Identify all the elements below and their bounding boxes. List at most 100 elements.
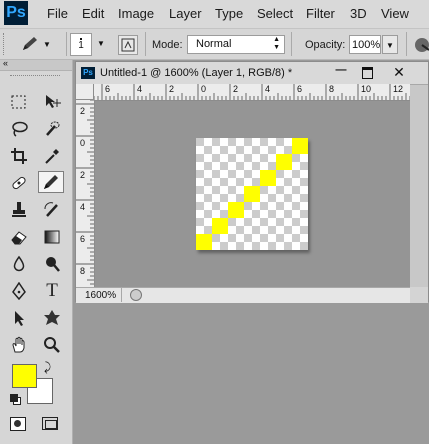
brush-panel-icon xyxy=(121,38,135,52)
screen-mode-icon[interactable] xyxy=(42,417,62,433)
move-tool[interactable] xyxy=(39,91,65,113)
transparent-pixel xyxy=(244,218,260,234)
gradient-icon xyxy=(44,230,60,244)
type-tool[interactable]: T xyxy=(39,280,65,302)
ruler-label: 6 xyxy=(80,234,86,244)
zoom-level-field[interactable]: 1600% xyxy=(76,288,122,302)
maximize-button[interactable] xyxy=(355,64,379,81)
checker-square xyxy=(228,154,236,162)
image-canvas[interactable] xyxy=(196,138,308,250)
transparent-pixel xyxy=(276,138,292,154)
transparent-pixel xyxy=(244,154,260,170)
brush-panel-toggle[interactable] xyxy=(118,35,138,55)
swap-colors-icon[interactable]: ⤸ xyxy=(44,360,51,375)
transparent-pixel xyxy=(292,218,308,234)
gradient-tool[interactable] xyxy=(39,226,65,248)
collapse-icon[interactable]: « xyxy=(3,58,8,68)
crop-tool[interactable] xyxy=(6,145,32,167)
checker-square xyxy=(236,162,244,170)
opacity-dropdown[interactable]: ▼ xyxy=(382,35,398,54)
chevron-down-icon[interactable]: ▼ xyxy=(97,39,105,48)
blur-icon xyxy=(13,255,25,272)
transparent-pixel xyxy=(260,154,276,170)
transparent-pixel xyxy=(260,186,276,202)
checker-square xyxy=(300,178,308,186)
canvas-area[interactable] xyxy=(95,101,410,288)
opacity-input[interactable]: 100% xyxy=(349,35,381,54)
checker-square xyxy=(228,170,236,178)
document-title-bar[interactable]: Ps Untitled-1 @ 1600% (Layer 1, RGB/8) *… xyxy=(76,62,428,85)
vertical-ruler-ticks xyxy=(76,100,94,288)
checker-square xyxy=(292,218,300,226)
checker-square xyxy=(204,226,212,234)
menu-edit[interactable]: Edit xyxy=(82,6,104,21)
tools-panel-header[interactable]: « xyxy=(0,58,72,71)
brush-size-value: 1 xyxy=(78,40,84,51)
history-brush-tool[interactable] xyxy=(39,199,65,221)
clone-stamp-tool[interactable] xyxy=(6,199,32,221)
menu-select[interactable]: Select xyxy=(257,6,293,21)
eyedropper-tool[interactable] xyxy=(39,145,65,167)
tool-preset-picker[interactable]: ▼ xyxy=(20,34,56,54)
checker-square xyxy=(252,146,260,154)
history-brush-icon xyxy=(44,202,58,217)
status-info-icon[interactable] xyxy=(130,289,142,301)
menu-3d[interactable]: 3D xyxy=(350,6,367,21)
checker-square xyxy=(196,170,204,178)
mode-value: Normal xyxy=(196,38,232,50)
menu-filter[interactable]: Filter xyxy=(306,6,335,21)
minimize-button[interactable]: — xyxy=(329,64,353,81)
ruler-label: 4 xyxy=(80,202,86,212)
rect-marquee-tool[interactable] xyxy=(6,91,32,113)
checker-square xyxy=(292,154,300,162)
transparent-pixel xyxy=(212,170,228,186)
horizontal-ruler[interactable]: 6 4 2 0 2 4 6 8 10 12 xyxy=(94,84,410,101)
pressure-opacity-toggle[interactable] xyxy=(413,36,429,54)
menu-image[interactable]: Image xyxy=(118,6,154,21)
hand-tool[interactable] xyxy=(6,334,32,356)
path-selection-tool[interactable] xyxy=(6,307,32,329)
close-button[interactable]: ✕ xyxy=(381,62,417,82)
brush-size-picker[interactable]: 1 xyxy=(70,33,92,56)
checker-square xyxy=(284,178,292,186)
quick-mask-icon[interactable] xyxy=(10,417,28,435)
eraser-tool[interactable] xyxy=(6,226,32,248)
pen-tool[interactable] xyxy=(6,280,32,302)
ruler-label: 4 xyxy=(137,84,143,94)
blur-tool[interactable] xyxy=(6,253,32,275)
menu-type[interactable]: Type xyxy=(215,6,243,21)
checker-square xyxy=(228,234,236,242)
checker-square xyxy=(244,202,252,210)
ruler-label: 2 xyxy=(80,170,86,180)
zoom-tool[interactable] xyxy=(39,334,65,356)
opacity-label: Opacity: xyxy=(305,39,346,51)
healing-brush-tool[interactable] xyxy=(6,172,32,194)
transparent-pixel xyxy=(244,170,260,186)
tablet-pressure-icon xyxy=(415,38,429,52)
ruler-label: 2 xyxy=(80,106,86,116)
menu-file[interactable]: File xyxy=(47,6,68,21)
crop-icon xyxy=(11,148,27,164)
checker-square xyxy=(244,138,252,146)
mode-select[interactable]: Normal ▲ ▼ xyxy=(187,35,285,54)
menu-view[interactable]: View xyxy=(381,6,409,21)
checker-square xyxy=(284,146,292,154)
lasso-tool[interactable] xyxy=(6,118,32,140)
transparent-pixel xyxy=(196,154,212,170)
default-colors-icon[interactable] xyxy=(10,394,21,405)
checker-square xyxy=(268,226,276,234)
checker-square xyxy=(244,234,252,242)
chevron-down-icon: ▼ xyxy=(386,41,394,50)
move-icon xyxy=(46,95,61,108)
custom-shape-tool[interactable] xyxy=(39,307,65,329)
transparent-pixel xyxy=(244,234,260,250)
ruler-origin[interactable] xyxy=(76,84,94,100)
foreground-color-swatch[interactable] xyxy=(12,364,37,388)
pencil-tool[interactable] xyxy=(38,171,64,193)
separator xyxy=(406,32,407,56)
vertical-ruler[interactable]: 2 0 2 4 6 8 xyxy=(76,100,95,288)
menu-layer[interactable]: Layer xyxy=(169,6,202,21)
quick-selection-tool[interactable] xyxy=(39,118,65,140)
dodge-tool[interactable] xyxy=(39,253,65,275)
checker-square xyxy=(196,138,204,146)
